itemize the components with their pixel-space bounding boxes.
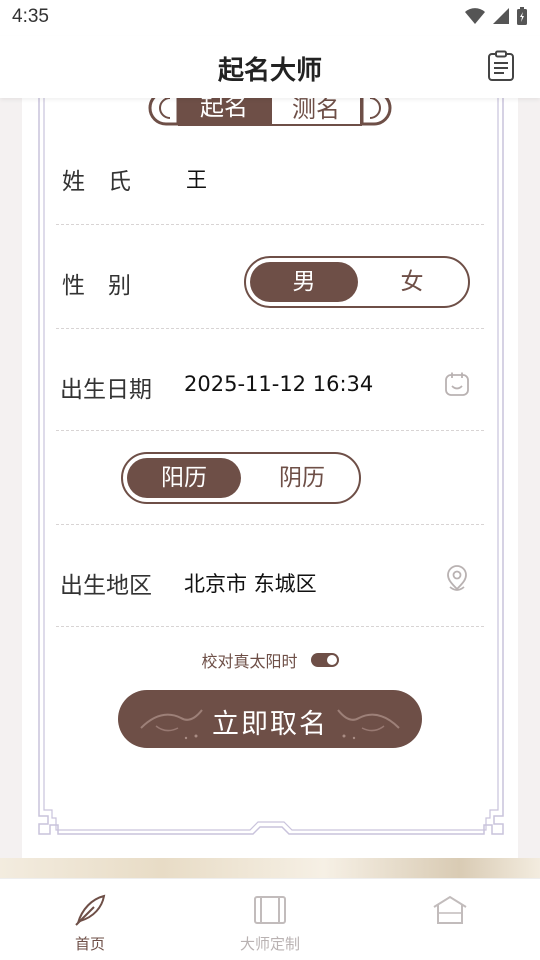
birth-region-label: 出生地区 [60, 573, 152, 599]
tab-qiming[interactable]: 起名 [178, 98, 270, 126]
true-solar-time-row: 校对真太阳时 [0, 648, 540, 672]
battery-icon [517, 7, 527, 25]
gender-male-option[interactable]: 男 [250, 262, 358, 302]
divider [56, 224, 484, 225]
app-bar: 起名大师 [0, 36, 540, 98]
scroll-icon [254, 896, 286, 924]
feather-icon [75, 894, 106, 926]
calendar-type-selector: 阳历 阴历 [121, 452, 361, 504]
content-area: 起名 测名 姓 氏 王 性 别 男 女 出生日期 2025-11-12 16:3… [0, 98, 540, 876]
decorative-banner [0, 858, 540, 878]
true-solar-time-toggle[interactable] [310, 653, 339, 667]
mode-toggle: 起名 测名 [148, 98, 392, 130]
divider [56, 524, 484, 525]
gender-female-option[interactable]: 女 [358, 262, 466, 302]
clipboard-icon[interactable] [486, 50, 516, 82]
generate-name-label: 立即取名 [212, 709, 328, 740]
wifi-icon [465, 8, 485, 24]
birth-date-label: 出生日期 [60, 377, 152, 403]
signal-icon [493, 8, 509, 24]
page-title: 起名大师 [217, 56, 322, 86]
birth-date-field[interactable]: 2025-11-12 16:34 [184, 372, 373, 396]
divider [56, 328, 484, 329]
solar-calendar-option[interactable]: 阳历 [127, 458, 241, 498]
tab-master-custom[interactable]: 大师定制 [210, 893, 330, 954]
tab-master-custom-label: 大师定制 [239, 935, 300, 953]
status-icons [464, 6, 528, 26]
tab-profile[interactable] [390, 893, 510, 933]
calendar-icon[interactable] [444, 371, 470, 397]
bottom-tab-bar: 首页 大师定制 [0, 878, 540, 960]
tab-home[interactable]: 首页 [30, 893, 150, 954]
divider [56, 626, 484, 627]
gender-selector: 男 女 [244, 256, 470, 308]
gender-label: 性 别 [62, 273, 131, 299]
tab-home-label: 首页 [74, 935, 105, 953]
status-time: 4:35 [12, 6, 49, 27]
surname-label: 姓 氏 [62, 169, 131, 195]
tab-ceming[interactable]: 测名 [270, 98, 362, 126]
birth-region-field[interactable]: 北京市 东城区 [184, 568, 317, 598]
generate-name-button[interactable]: 立即取名 [118, 690, 422, 748]
house-icon [433, 895, 467, 924]
true-solar-time-label: 校对真太阳时 [201, 652, 298, 671]
surname-field[interactable]: 王 [186, 164, 207, 194]
toggle-knob [326, 655, 337, 665]
location-pin-icon[interactable] [444, 565, 470, 593]
lunar-calendar-option[interactable]: 阴历 [245, 458, 359, 498]
status-bar: 4:35 [0, 0, 540, 36]
divider [56, 430, 484, 431]
